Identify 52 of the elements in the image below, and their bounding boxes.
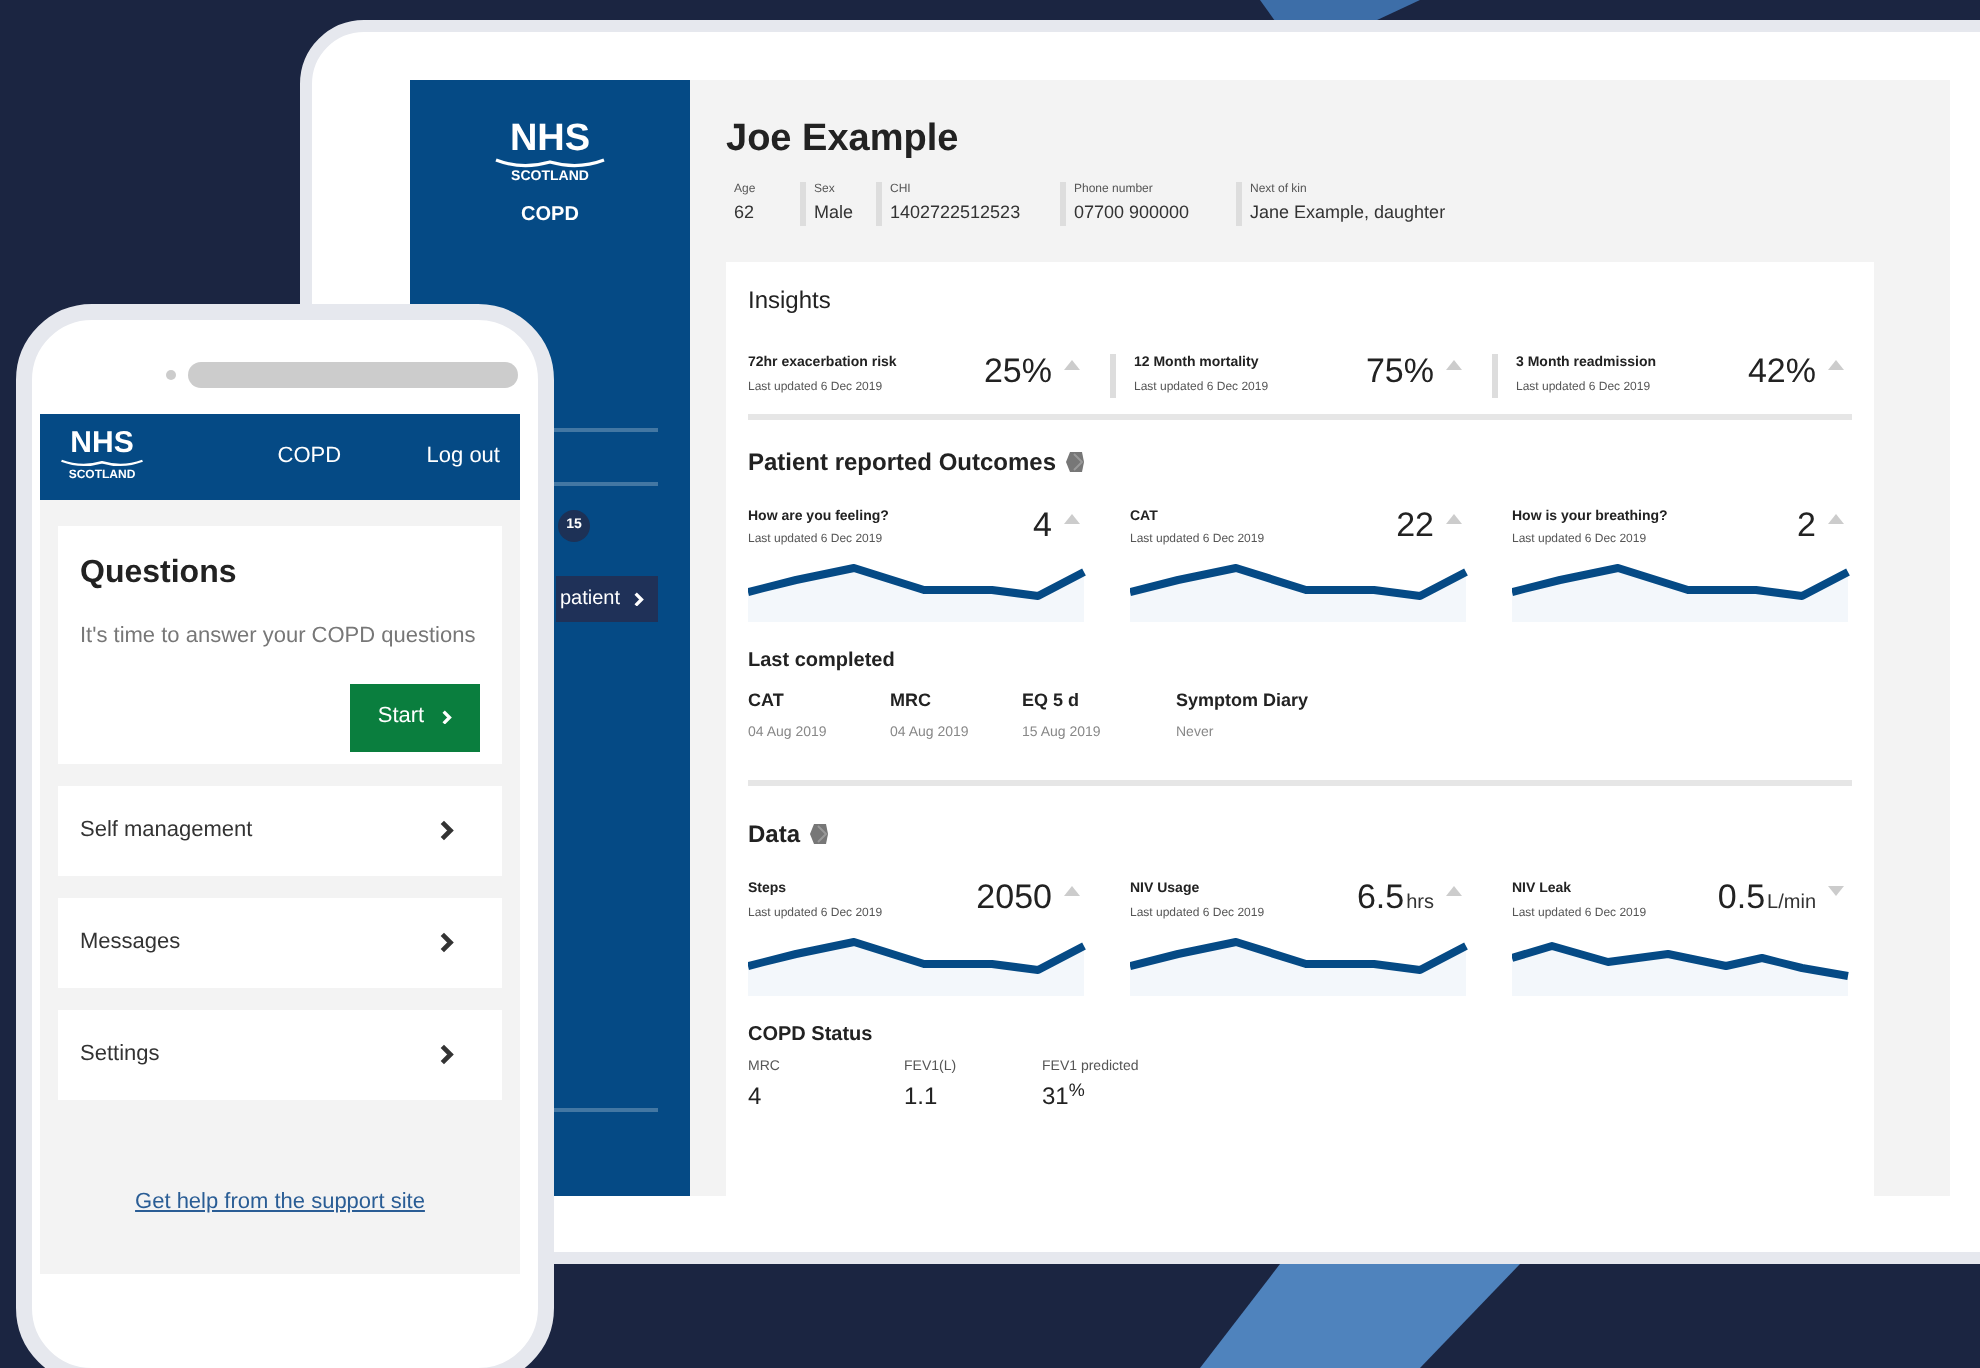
form-name: EQ 5 d: [1022, 688, 1082, 714]
metric-value: 22: [1396, 507, 1434, 541]
logout-button[interactable]: Log out: [426, 440, 500, 474]
chevron-icon: [634, 591, 644, 607]
menu-item[interactable]: Settings: [58, 1010, 502, 1100]
start-button[interactable]: Start: [350, 683, 480, 751]
diamond-icon: [1066, 451, 1085, 471]
speaker-icon: [166, 362, 518, 388]
metric-value: 2050: [976, 880, 1052, 914]
form-name: MRC: [890, 688, 933, 714]
detail-value: 1402722512523: [890, 199, 1023, 225]
detail-value: 07700 900000: [1074, 199, 1192, 225]
section-title: Patient reported Outcomes: [748, 445, 1057, 479]
section-title: COPD Status: [748, 1021, 875, 1049]
menu-item[interactable]: Messages: [58, 898, 502, 988]
metric-value: 75%: [1365, 354, 1434, 388]
wave-icon: [60, 458, 144, 468]
chevron-icon: [440, 820, 454, 842]
patient-button[interactable]: patient: [556, 576, 658, 622]
form-name: Symptom Diary: [1176, 688, 1311, 714]
status-value: 4: [748, 1080, 764, 1114]
logo-text: NHS: [509, 120, 591, 158]
status-value: 1.1: [904, 1080, 940, 1114]
section-title: Data: [748, 818, 801, 852]
wave-icon: [494, 158, 606, 168]
app-name: COPD: [521, 201, 579, 229]
card-text: It's time to answer your COPD questions: [80, 622, 478, 652]
metric-value: 6.5: [1356, 880, 1405, 914]
section-title: Last completed: [748, 648, 897, 676]
metric-value: 4: [1033, 507, 1052, 541]
menu-item[interactable]: Self management: [58, 786, 502, 876]
chevron-icon: [440, 1044, 454, 1066]
metric-value: 42%: [1747, 354, 1816, 388]
status-value: 31$^{%}$: [1042, 1078, 1087, 1114]
chevron-icon: [442, 709, 453, 725]
support-link[interactable]: Get help from the support site: [135, 1186, 425, 1219]
detail-value: Jane Example, daughter: [1250, 199, 1448, 226]
patient-name: Joe Example: [726, 116, 961, 164]
section-title: Insights: [748, 284, 833, 318]
diamond-icon: [810, 824, 829, 844]
app-title: COPD: [277, 442, 342, 473]
metric-value: 25%: [983, 354, 1052, 388]
detail-value: Male: [814, 199, 856, 225]
metric-value: 0.5: [1717, 880, 1766, 914]
metric-value: 2: [1797, 507, 1816, 541]
card-title: Questions: [80, 554, 239, 594]
chevron-icon: [440, 932, 454, 954]
logo-text: NHS: [70, 428, 134, 458]
form-name: CAT: [748, 688, 786, 714]
unit-text: L/min: [1767, 890, 1816, 918]
unit-text: hrs: [1406, 890, 1434, 918]
detail-value: 62: [734, 199, 757, 225]
